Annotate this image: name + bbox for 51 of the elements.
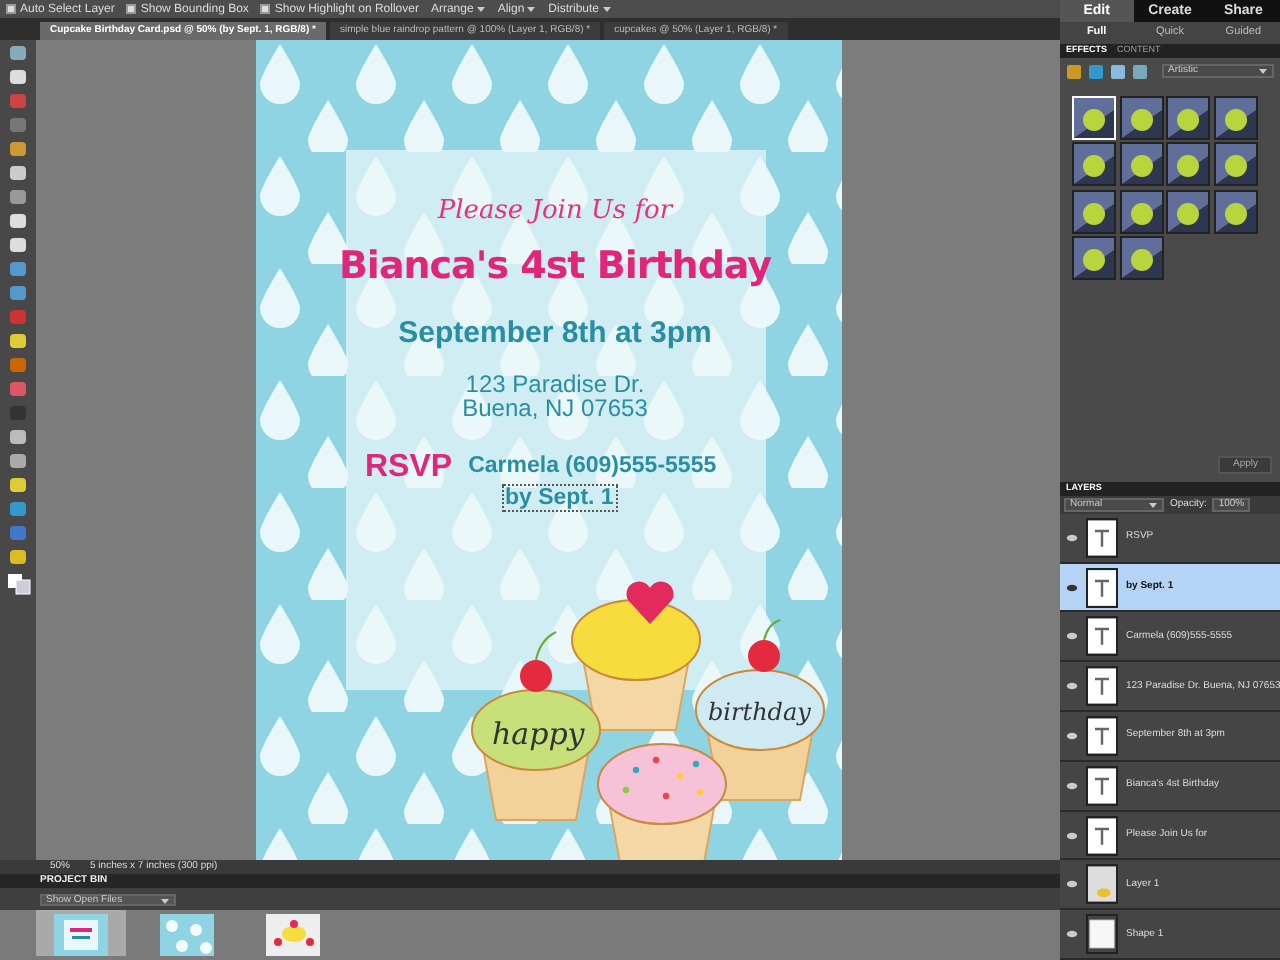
effect-thumbnail[interactable] — [1119, 189, 1163, 233]
invitation-heading: Please Join Us for — [437, 198, 673, 224]
eye-icon — [1066, 682, 1078, 691]
effect-thumbnail[interactable] — [1166, 95, 1210, 139]
eye-icon — [1066, 880, 1078, 889]
layer-thumbnail — [1086, 864, 1118, 905]
invitation-title: Bianca's 4st Birthday — [338, 248, 772, 286]
effect-thumbnail[interactable] — [1119, 95, 1163, 139]
rsvp-contact: Carmela (609)555-5555 — [468, 456, 717, 480]
caret-icon — [526, 4, 537, 14]
rsvp-label: RSVP — [365, 452, 453, 484]
rsvp-deadline: by Sept. 1 — [501, 484, 618, 512]
eye-icon — [1066, 632, 1078, 641]
eye-icon — [1066, 533, 1078, 542]
eye-icon — [1066, 930, 1078, 939]
effect-thumbnail[interactable] — [1072, 236, 1116, 280]
text-layer-icon — [1086, 715, 1118, 756]
effect-thumbnail[interactable] — [1213, 189, 1257, 233]
caret-icon — [1148, 499, 1158, 510]
shape-thumbnail — [1086, 914, 1118, 955]
caret-icon — [475, 4, 486, 14]
text-layer-icon — [1086, 815, 1118, 855]
invitation-date: September 8th at 3pm — [398, 318, 712, 348]
caret-icon — [160, 896, 170, 906]
effect-thumbnail[interactable] — [1119, 142, 1163, 186]
eye-icon — [1066, 583, 1078, 592]
text-layer-icon — [1086, 616, 1118, 657]
effect-thumbnail[interactable] — [1119, 236, 1163, 280]
effect-thumbnail[interactable] — [1213, 95, 1257, 139]
address-line: 123 Paradise Dr. — [465, 372, 645, 396]
text-layer-icon — [1086, 567, 1118, 608]
address-line: Buena, NJ 07653 — [462, 396, 648, 420]
caret-icon — [601, 4, 612, 14]
text-layer-icon — [1086, 517, 1118, 558]
cupcake-lettering: happy — [491, 716, 584, 752]
text-layer-icon — [1086, 765, 1118, 806]
eye-icon — [1066, 831, 1078, 839]
color-swatches-icon — [5, 572, 31, 596]
cupcakes-thumbnail[interactable] — [266, 914, 320, 956]
text-layer-icon — [1086, 666, 1118, 707]
pattern-thumbnail[interactable] — [160, 914, 214, 956]
caret-icon — [1258, 66, 1268, 76]
effect-thumbnail[interactable] — [1166, 142, 1210, 186]
effect-thumbnail[interactable] — [1213, 142, 1257, 186]
invitation-thumbnail[interactable] — [54, 914, 108, 956]
eye-icon — [1066, 731, 1078, 740]
eye-icon — [1066, 781, 1078, 790]
effect-thumbnail[interactable] — [1072, 142, 1116, 186]
effect-thumbnail[interactable] — [1072, 189, 1116, 233]
effect-thumbnail[interactable] — [1166, 189, 1210, 233]
cupcake-lettering: birthday — [707, 698, 810, 726]
